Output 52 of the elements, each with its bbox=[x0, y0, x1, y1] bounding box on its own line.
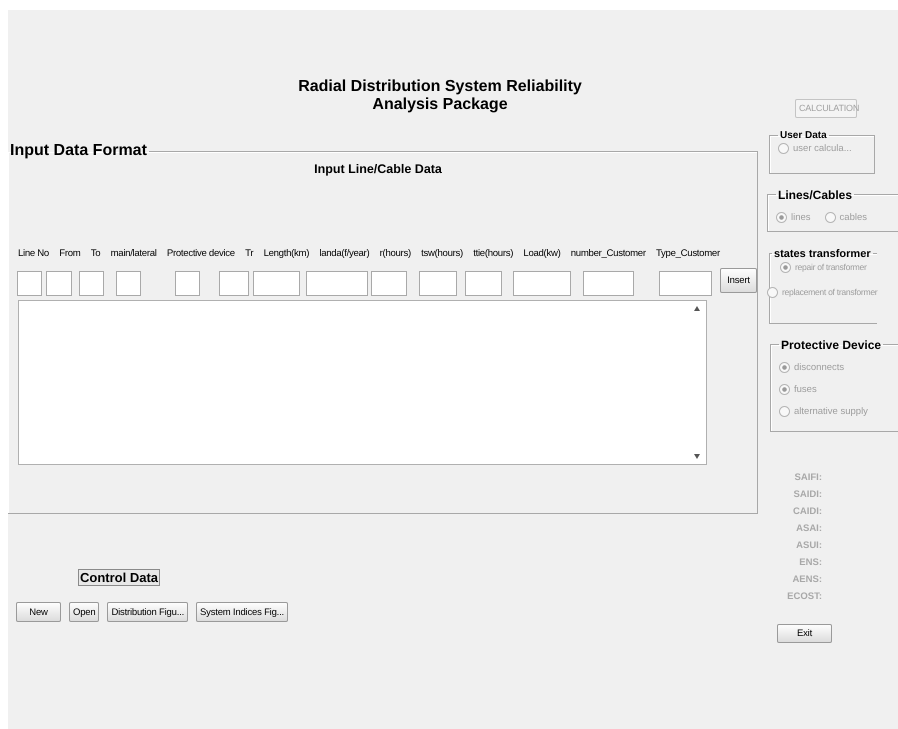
index-label: ECOST: bbox=[786, 590, 822, 602]
input-field[interactable] bbox=[583, 271, 634, 296]
column-label: Protective device bbox=[166, 248, 235, 259]
input-field[interactable] bbox=[253, 271, 300, 296]
toolbar-button[interactable]: New bbox=[16, 602, 61, 622]
index-label: SAIFI: bbox=[794, 472, 822, 482]
input-field[interactable] bbox=[306, 271, 368, 296]
input-field[interactable] bbox=[79, 271, 104, 296]
column-label: tsw(hours) bbox=[421, 248, 463, 259]
input-field[interactable] bbox=[513, 271, 571, 296]
toolbar-button[interactable]: System Indices Fig... bbox=[196, 602, 288, 622]
column-label: main/lateral bbox=[110, 248, 157, 259]
input-field[interactable] bbox=[419, 271, 457, 296]
column-label: Load(kw) bbox=[523, 248, 560, 259]
input-field[interactable] bbox=[371, 271, 407, 296]
column-label: ttie(hours) bbox=[473, 248, 514, 259]
input-field[interactable] bbox=[219, 271, 249, 296]
column-label: Tr bbox=[245, 248, 254, 259]
index-label: ASAI: bbox=[795, 522, 822, 534]
toolbar-button[interactable]: Open bbox=[69, 602, 100, 622]
input-field[interactable] bbox=[175, 271, 200, 296]
column-label: Line No bbox=[18, 248, 49, 259]
column-label: number_Customer bbox=[570, 248, 646, 259]
index-label: CAIDI: bbox=[792, 506, 822, 516]
group-title: Protective Device bbox=[780, 338, 882, 352]
scroll-up-icon[interactable] bbox=[694, 306, 700, 311]
toolbar-button[interactable]: Distribution Figu... bbox=[107, 602, 188, 622]
column-label: Type_Customer bbox=[656, 248, 720, 259]
column-label: From bbox=[59, 248, 80, 259]
group-title: Lines/Cables bbox=[777, 188, 854, 202]
scroll-down-icon[interactable] bbox=[694, 454, 700, 459]
insert-button[interactable]: Insert bbox=[720, 268, 757, 293]
group-title: User Data bbox=[779, 130, 828, 140]
column-label: r(hours) bbox=[380, 248, 411, 259]
section-label: Control Data bbox=[78, 569, 160, 586]
index-label: SAIDI: bbox=[792, 488, 822, 500]
index-label: ASUI: bbox=[795, 540, 822, 550]
panel-heading: Input Line/Cable Data bbox=[313, 162, 443, 176]
column-label: landa(f/year) bbox=[319, 248, 370, 259]
column-label: To bbox=[90, 248, 100, 259]
exit-button[interactable]: Exit bbox=[777, 624, 832, 642]
index-label: AENS: bbox=[791, 574, 822, 584]
column-label: Length(km) bbox=[264, 248, 310, 259]
input-field[interactable] bbox=[465, 271, 502, 296]
input-field[interactable] bbox=[17, 271, 42, 296]
input-field[interactable] bbox=[46, 271, 72, 296]
window-title: Radial Distribution System Reliability Analysis Package bbox=[297, 78, 583, 114]
input-field[interactable] bbox=[659, 271, 712, 296]
group-title: states transformer bbox=[773, 248, 872, 260]
index-label: ENS: bbox=[798, 556, 822, 568]
group-title: Input Data Format bbox=[9, 142, 148, 160]
input-field[interactable] bbox=[116, 271, 141, 296]
